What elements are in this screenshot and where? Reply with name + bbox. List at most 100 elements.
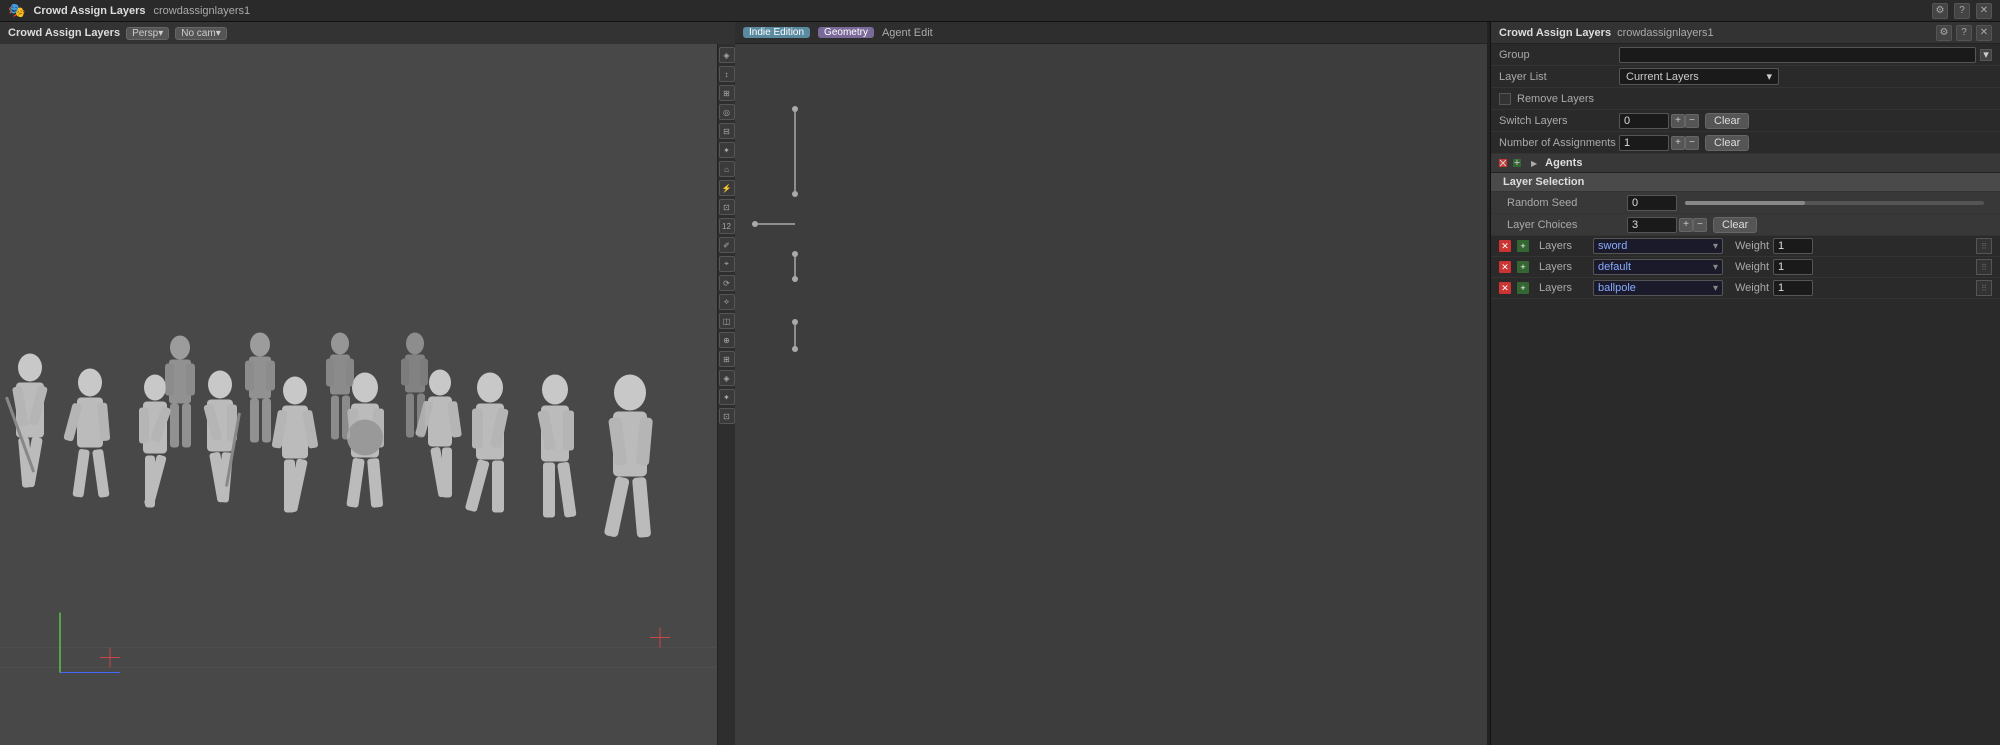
num-assignments-row: Number of Assignments + − Clear <box>1491 132 2000 154</box>
layer-2-weight-input[interactable] <box>1773 259 1813 275</box>
layer-2-label: Layers <box>1539 261 1589 273</box>
viewport-tool-17[interactable]: ⊞ <box>719 351 735 367</box>
top-bar-icons: ⚙ ? ✕ <box>1932 3 1992 19</box>
viewport-tool-18[interactable]: ◈ <box>719 370 735 386</box>
ng-badge-agent-edit: Agent Edit <box>882 27 933 39</box>
persp-button[interactable]: Persp▾ <box>126 27 169 40</box>
switch-layers-label: Switch Layers <box>1499 115 1619 127</box>
properties-node-name: crowdassignlayers1 <box>1617 27 1714 39</box>
viewport-tool-3[interactable]: ⊞ <box>719 85 735 101</box>
layer-list-dropdown[interactable]: Current Layers ▾ <box>1619 68 1779 85</box>
switch-layers-input[interactable] <box>1619 113 1669 129</box>
figure-1 <box>5 354 48 488</box>
viewport-tool-15[interactable]: ◫ <box>719 313 735 329</box>
viewport-tool-14[interactable]: ⟡ <box>719 294 735 310</box>
num-assignments-input[interactable] <box>1619 135 1669 151</box>
layer-choices-minus[interactable]: − <box>1693 218 1707 232</box>
top-bar-node-name: crowdassignlayers1 <box>154 5 251 17</box>
switch-layers-minus[interactable]: − <box>1685 114 1699 128</box>
properties-icons: ⚙ ? ✕ <box>1936 25 1992 41</box>
group-dropdown-btn[interactable]: ▾ <box>1980 49 1992 61</box>
viewport-tool-6[interactable]: ✦ <box>719 142 735 158</box>
layer-1-dropdown[interactable]: sword ▾ <box>1593 238 1723 254</box>
group-label: Group <box>1499 49 1619 61</box>
layer-3-add[interactable]: + <box>1517 282 1529 294</box>
top-bar-left: 🎭 Crowd Assign Layers crowdassignlayers1 <box>8 2 250 19</box>
layer-1-delete[interactable]: ✕ <box>1499 240 1511 252</box>
prop-close-icon[interactable]: ✕ <box>1976 25 1992 41</box>
viewport-tool-2[interactable]: ↕ <box>719 66 735 82</box>
cam-button[interactable]: No cam▾ <box>175 27 226 40</box>
layer-3-arrow: ▾ <box>1713 283 1718 294</box>
random-seed-slider-track <box>1685 201 1984 205</box>
connections-svg <box>735 44 1035 745</box>
layer-choices-label: Layer Choices <box>1507 219 1627 231</box>
main-area: Crowd Assign Layers Persp▾ No cam▾ <box>0 22 2000 745</box>
crowd-svg <box>0 66 735 745</box>
viewport-tool-10[interactable]: 12 <box>719 218 735 234</box>
viewport-tool-5[interactable]: ⊟ <box>719 123 735 139</box>
layer-3-dropdown[interactable]: ballpole ▾ <box>1593 280 1723 296</box>
layer-3-weight-input[interactable] <box>1773 280 1813 296</box>
viewport-tool-8[interactable]: ⚡ <box>719 180 735 196</box>
viewport-tool-13[interactable]: ⟳ <box>719 275 735 291</box>
switch-layers-clear[interactable]: Clear <box>1705 113 1749 129</box>
layer-1-add[interactable]: + <box>1517 240 1529 252</box>
num-assignments-minus[interactable]: − <box>1685 136 1699 150</box>
layer-choices-plus[interactable]: + <box>1679 218 1693 232</box>
node-graph: Indie Edition Geometry Agent Edit <box>735 22 1487 745</box>
num-assignments-plus[interactable]: + <box>1671 136 1685 150</box>
layer-2-dropdown[interactable]: default ▾ <box>1593 259 1723 275</box>
layer-row-2: ✕ + Layers default ▾ Weight ⠿ <box>1491 257 2000 278</box>
layer-3-delete[interactable]: ✕ <box>1499 282 1511 294</box>
viewport-tool-4[interactable]: ◎ <box>719 104 735 120</box>
remove-layers-label: Remove Layers <box>1517 93 1637 105</box>
viewport-tool-12[interactable]: ⌖ <box>719 256 735 272</box>
group-input[interactable] <box>1619 47 1976 63</box>
properties-panel: Crowd Assign Layers crowdassignlayers1 ⚙… <box>1490 22 2000 745</box>
close-icon[interactable]: ✕ <box>1976 3 1992 19</box>
prop-settings-icon[interactable]: ⚙ <box>1936 25 1952 41</box>
agents-remove-icon[interactable]: ✕ <box>1499 159 1507 167</box>
ng-badge-geometry: Geometry <box>818 27 874 38</box>
top-bar-title: Crowd Assign Layers <box>33 5 145 17</box>
num-assignments-label: Number of Assignments <box>1499 137 1619 149</box>
layer-1-weight-input[interactable] <box>1773 238 1813 254</box>
viewport-tool-20[interactable]: ⊡ <box>719 408 735 424</box>
random-seed-input[interactable] <box>1627 195 1677 211</box>
group-row: Group ▾ <box>1491 44 2000 66</box>
viewport-tool-7[interactable]: ⌂ <box>719 161 735 177</box>
viewport-tool-16[interactable]: ⊕ <box>719 332 735 348</box>
help-icon[interactable]: ? <box>1954 3 1970 19</box>
remove-layers-checkbox[interactable] <box>1499 93 1511 105</box>
layer-2-add[interactable]: + <box>1517 261 1529 273</box>
layer-selection-header: Layer Selection <box>1491 173 2000 192</box>
prop-help-icon[interactable]: ? <box>1956 25 1972 41</box>
viewport-header: Crowd Assign Layers Persp▾ No cam▾ <box>0 22 735 44</box>
switch-layers-plus[interactable]: + <box>1671 114 1685 128</box>
viewport-tool-19[interactable]: ✦ <box>719 389 735 405</box>
num-assignments-clear[interactable]: Clear <box>1705 135 1749 151</box>
layer-3-drag[interactable]: ⠿ <box>1976 280 1992 296</box>
layer-choices-input[interactable] <box>1627 217 1677 233</box>
layer-list-arrow: ▾ <box>1766 70 1772 83</box>
layer-2-drag[interactable]: ⠿ <box>1976 259 1992 275</box>
viewport-tool-1[interactable]: ◈ <box>719 47 735 63</box>
layer-1-weight-label: Weight <box>1735 240 1769 252</box>
layer-2-delete[interactable]: ✕ <box>1499 261 1511 273</box>
agents-section: ✕ + ▶ Agents <box>1491 154 2000 173</box>
viewport-tool-11[interactable]: ✐ <box>719 237 735 253</box>
layer-1-drag[interactable]: ⠿ <box>1976 238 1992 254</box>
agents-label: Agents <box>1545 157 1582 169</box>
settings-icon[interactable]: ⚙ <box>1932 3 1948 19</box>
ng-badge-indie: Indie Edition <box>743 27 810 38</box>
viewport-tool-9[interactable]: ⊡ <box>719 199 735 215</box>
random-seed-label: Random Seed <box>1507 197 1627 209</box>
layer-choices-clear[interactable]: Clear <box>1713 217 1757 233</box>
viewport-bg <box>0 44 735 745</box>
properties-header: Crowd Assign Layers crowdassignlayers1 ⚙… <box>1491 22 2000 44</box>
random-seed-slider-fill <box>1685 201 1805 205</box>
agents-add-icon[interactable]: + <box>1513 159 1521 167</box>
layer-list-row: Layer List Current Layers ▾ <box>1491 66 2000 88</box>
layer-2-name: default <box>1598 261 1631 273</box>
